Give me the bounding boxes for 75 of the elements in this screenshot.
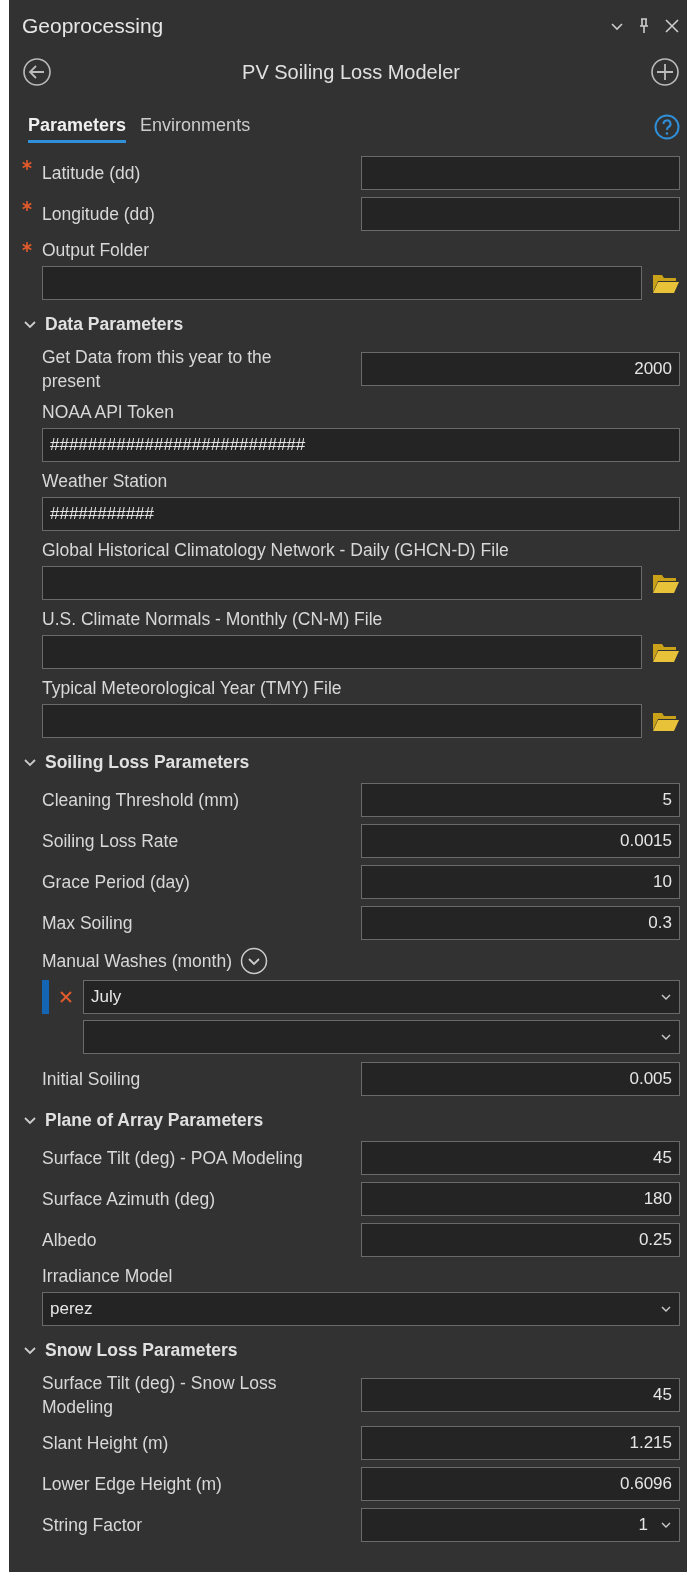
input-field[interactable]: 0.3	[361, 906, 680, 940]
dropdown-icon[interactable]	[610, 21, 624, 31]
dropdown-icon	[660, 1521, 672, 1529]
tab[interactable]: Parameters	[28, 111, 127, 143]
input-field[interactable]	[42, 566, 642, 600]
tab[interactable]: Environments	[140, 111, 251, 143]
parameter-label: Initial Soiling	[42, 1068, 142, 1091]
input-field[interactable]	[42, 704, 642, 738]
chevron-icon[interactable]	[24, 1345, 36, 1355]
input-field[interactable]	[42, 266, 642, 300]
parameter-label: Typical Meteorological Year (TMY) File	[42, 677, 343, 700]
input-field[interactable]: ###########################	[42, 428, 680, 462]
dropdown-icon	[660, 1305, 672, 1313]
parameter-label: Soiling Loss Rate	[42, 830, 180, 853]
help-icon[interactable]	[654, 114, 680, 140]
parameter-label: Cleaning Threshold (mm)	[42, 789, 241, 812]
input-field[interactable]: 180	[361, 1182, 680, 1216]
input-field[interactable]: 2000	[361, 352, 680, 386]
chevron-icon[interactable]	[24, 319, 36, 329]
dropdown-field[interactable]	[83, 1020, 680, 1054]
pin-icon[interactable]	[638, 18, 650, 34]
input-field[interactable]: 1.215	[361, 1426, 680, 1460]
folder-icon[interactable]	[652, 272, 680, 294]
parameter-label: Surface Tilt (deg) - Snow Loss Modeling	[42, 1372, 278, 1419]
add-icon[interactable]	[650, 57, 680, 87]
folder-icon[interactable]	[652, 710, 680, 732]
input-field[interactable]: 0.25	[361, 1223, 680, 1257]
parameter-label: U.S. Climate Normals - Monthly (CN-M) File	[42, 608, 384, 631]
parameter-label: Lower Edge Height (m)	[42, 1473, 223, 1496]
input-field[interactable]: 0.0015	[361, 824, 680, 858]
chevron-icon[interactable]	[24, 1115, 36, 1125]
parameter-label: Albedo	[42, 1229, 98, 1252]
back-icon[interactable]	[22, 57, 52, 87]
input-field[interactable]: 0.005	[361, 1062, 680, 1096]
parameter-label: String Factor	[42, 1514, 144, 1537]
parameter-label: Surface Azimuth (deg)	[42, 1188, 217, 1211]
parameter-label: NOAA API Token	[42, 401, 175, 424]
group-title[interactable]: Soiling Loss Parameters	[45, 751, 250, 773]
parameter-label: Manual Washes (month)	[42, 950, 232, 973]
group-title[interactable]: Snow Loss Parameters	[45, 1339, 238, 1361]
parameter-label: Surface Tilt (deg) - POA Modeling	[42, 1147, 304, 1170]
remove-icon[interactable]	[59, 990, 73, 1004]
close-icon[interactable]	[664, 18, 680, 34]
folder-icon[interactable]	[652, 572, 680, 594]
parameter-label: Global Historical Climatology Network - Daily (GHCN-D) File	[42, 539, 510, 562]
expand-icon[interactable]	[240, 947, 268, 975]
input-field[interactable]: 45	[361, 1141, 680, 1175]
group-title[interactable]: Plane of Array Parameters	[45, 1109, 264, 1131]
tool-title: PV Soiling Loss Modeler	[242, 60, 460, 84]
parameter-label: Latitude (dd)	[42, 162, 142, 185]
chevron-icon[interactable]	[24, 757, 36, 767]
input-field[interactable]	[361, 197, 680, 231]
parameter-label: Output Folder	[42, 239, 150, 262]
input-field[interactable]: 10	[361, 865, 680, 899]
parameter-label: Irradiance Model	[42, 1265, 174, 1288]
group-title[interactable]: Data Parameters	[45, 313, 184, 335]
input-field[interactable]	[42, 635, 642, 669]
dropdown-icon	[660, 993, 672, 1001]
folder-icon[interactable]	[652, 641, 680, 663]
input-field[interactable]: 1	[361, 1508, 680, 1542]
dropdown-icon	[660, 1033, 672, 1041]
input-field[interactable]: 0.6096	[361, 1467, 680, 1501]
parameter-label: Grace Period (day)	[42, 871, 191, 894]
panel-title: Geoprocessing	[22, 14, 164, 38]
parameter-label: Get Data from this year to the present	[42, 346, 273, 393]
parameter-label: Longitude (dd)	[42, 203, 156, 226]
parameter-label: Max Soiling	[42, 912, 134, 935]
dropdown-field[interactable]: July	[83, 980, 680, 1014]
input-field[interactable]: ###########	[42, 497, 680, 531]
parameter-label: Weather Station	[42, 470, 169, 493]
input-field[interactable]: 5	[361, 783, 680, 817]
input-field[interactable]: 45	[361, 1378, 680, 1412]
parameter-label: Slant Height (m)	[42, 1432, 170, 1455]
input-field[interactable]: perez	[42, 1292, 680, 1326]
input-field[interactable]	[361, 156, 680, 190]
